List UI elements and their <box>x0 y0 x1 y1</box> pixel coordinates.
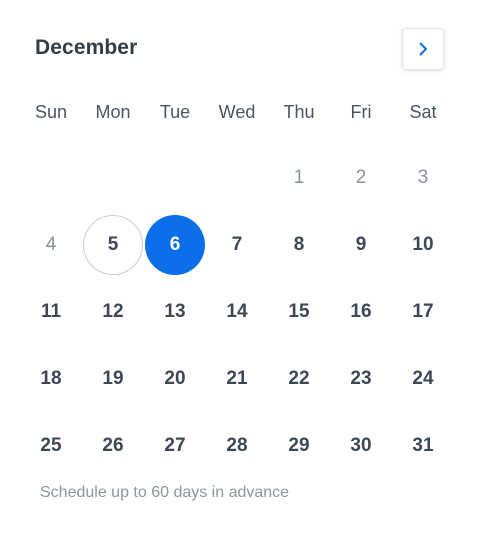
day-number: 21 <box>226 367 248 389</box>
day-number: 3 <box>417 166 429 188</box>
day-number: 8 <box>293 233 305 255</box>
weekday-wed: Wed <box>218 102 256 122</box>
weekday-thu: Thu <box>283 102 315 122</box>
day-cell[interactable]: 10 <box>392 211 454 278</box>
day-number <box>145 148 205 208</box>
day-cell[interactable]: 31 <box>392 412 454 479</box>
day-number <box>207 148 267 208</box>
month-title: December <box>35 36 138 59</box>
day-number: 22 <box>288 367 310 389</box>
day-number: 12 <box>102 300 124 322</box>
day-number: 27 <box>164 434 186 456</box>
day-number: 7 <box>231 233 243 255</box>
day-cell[interactable]: 25 <box>20 412 82 479</box>
day-number: 23 <box>350 367 372 389</box>
day-number: 16 <box>350 300 372 322</box>
day-number: 25 <box>40 434 62 456</box>
day-cell[interactable]: 21 <box>206 345 268 412</box>
day-cell[interactable]: 7 <box>206 211 268 278</box>
day-number: 18 <box>40 367 62 389</box>
weekday-fri: Fri <box>350 102 372 122</box>
day-number: 19 <box>102 367 124 389</box>
chevron-right-icon <box>417 42 429 56</box>
disabled-day-cell: 3 <box>392 144 454 211</box>
day-cell[interactable]: 19 <box>82 345 144 412</box>
day-cell[interactable]: 11 <box>20 278 82 345</box>
day-cell[interactable]: 17 <box>392 278 454 345</box>
day-number: 6 <box>145 214 205 275</box>
day-number <box>21 148 81 208</box>
empty-day-cell <box>20 144 82 211</box>
next-month-button[interactable] <box>402 28 444 70</box>
day-number: 1 <box>293 166 305 188</box>
day-cell[interactable]: 18 <box>20 345 82 412</box>
disabled-day-cell: 1 <box>268 144 330 211</box>
day-number: 20 <box>164 367 186 389</box>
empty-day-cell <box>144 144 206 211</box>
day-number: 14 <box>226 300 248 322</box>
day-cell[interactable]: 24 <box>392 345 454 412</box>
day-number: 24 <box>412 367 434 389</box>
day-cell[interactable]: 30 <box>330 412 392 479</box>
weekday-sun: Sun <box>34 102 68 122</box>
disabled-day-cell: 2 <box>330 144 392 211</box>
day-cell[interactable]: 16 <box>330 278 392 345</box>
day-cell[interactable]: 12 <box>82 278 144 345</box>
day-cell[interactable]: 20 <box>144 345 206 412</box>
scheduling-note: Schedule up to 60 days in advance <box>40 484 290 501</box>
day-number: 5 <box>83 214 143 275</box>
weekday-mon: Mon <box>95 102 131 122</box>
day-grid: 1 2 3 4 5 6 7 8 9 10 11 12 13 14 15 16 17 18 19 20 21 22 23 24 2… <box>20 144 456 479</box>
empty-day-cell <box>82 144 144 211</box>
day-number: 31 <box>412 434 434 456</box>
selected-day-cell[interactable]: 6 <box>144 211 206 278</box>
day-cell[interactable]: 23 <box>330 345 392 412</box>
day-cell[interactable]: 22 <box>268 345 330 412</box>
disabled-day-cell: 4 <box>20 211 82 278</box>
day-cell[interactable]: 26 <box>82 412 144 479</box>
day-cell[interactable]: 15 <box>268 278 330 345</box>
weekday-header-row: Sun Mon Tue Wed Thu Fri Sat <box>20 100 456 124</box>
day-number: 4 <box>45 233 57 255</box>
day-cell[interactable]: 27 <box>144 412 206 479</box>
day-number: 9 <box>355 233 367 255</box>
day-number <box>83 148 143 208</box>
date-picker-calendar: December Sun Mon Tue Wed Thu Fri Sat 123… <box>0 0 480 533</box>
day-number: 17 <box>412 300 434 322</box>
today-day-cell[interactable]: 5 <box>82 211 144 278</box>
day-cell[interactable]: 9 <box>330 211 392 278</box>
day-number: 13 <box>164 300 186 322</box>
day-cell[interactable]: 13 <box>144 278 206 345</box>
weekday-tue: Tue <box>159 102 191 122</box>
day-number: 10 <box>412 233 434 255</box>
day-number: 30 <box>350 434 372 456</box>
day-cell[interactable]: 29 <box>268 412 330 479</box>
day-number: 29 <box>288 434 310 456</box>
empty-day-cell <box>206 144 268 211</box>
day-number: 28 <box>226 434 248 456</box>
weekday-sat: Sat <box>409 102 437 122</box>
day-number: 15 <box>288 300 310 322</box>
day-cell[interactable]: 28 <box>206 412 268 479</box>
day-number: 2 <box>355 166 367 188</box>
day-number: 26 <box>102 434 124 456</box>
day-cell[interactable]: 14 <box>206 278 268 345</box>
day-cell[interactable]: 8 <box>268 211 330 278</box>
day-number: 11 <box>40 300 62 322</box>
